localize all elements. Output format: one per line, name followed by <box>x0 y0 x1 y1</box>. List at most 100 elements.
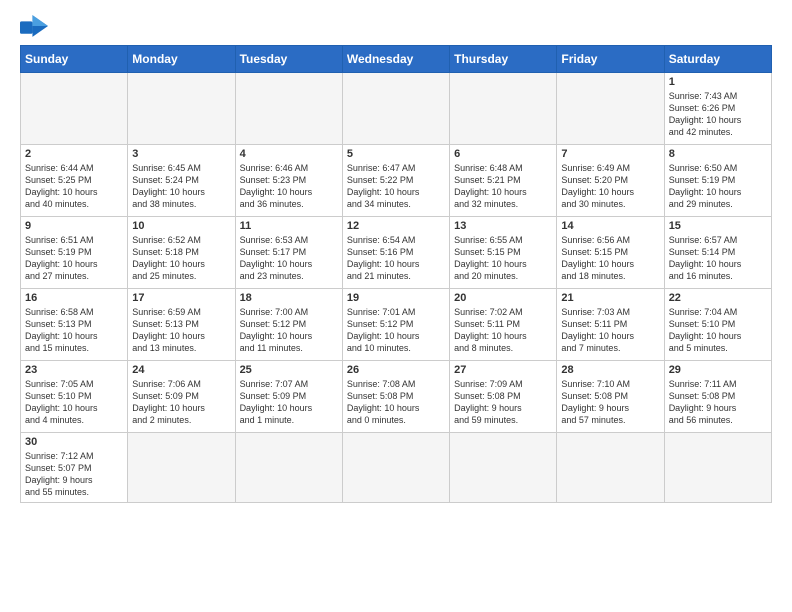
day-number: 21 <box>561 292 659 304</box>
calendar-cell: 27 Sunrise: 7:09 AM Sunset: 5:08 PM Dayli… <box>450 361 557 433</box>
day-number: 5 <box>347 148 445 160</box>
calendar-cell: 19 Sunrise: 7:01 AM Sunset: 5:12 PM Dayli… <box>342 289 449 361</box>
day-number: 22 <box>669 292 767 304</box>
day-info: Sunrise: 6:53 AM Sunset: 5:17 PM Dayligh… <box>240 234 338 283</box>
header <box>20 15 772 37</box>
day-info: Sunrise: 6:50 AM Sunset: 5:19 PM Dayligh… <box>669 162 767 211</box>
day-info: Sunrise: 7:10 AM Sunset: 5:08 PM Dayligh… <box>561 378 659 427</box>
day-info: Sunrise: 6:55 AM Sunset: 5:15 PM Dayligh… <box>454 234 552 283</box>
calendar-cell: 28 Sunrise: 7:10 AM Sunset: 5:08 PM Dayli… <box>557 361 664 433</box>
day-number: 28 <box>561 364 659 376</box>
calendar-cell <box>128 73 235 145</box>
calendar-cell: 26 Sunrise: 7:08 AM Sunset: 5:08 PM Dayli… <box>342 361 449 433</box>
calendar-cell: 30 Sunrise: 7:12 AM Sunset: 5:07 PM Dayli… <box>21 433 128 503</box>
calendar-cell: 21Sunrise: 7:03 AM Sunset: 5:11 PM Dayli… <box>557 289 664 361</box>
day-number: 2 <box>25 148 123 160</box>
day-info: Sunrise: 7:00 AM Sunset: 5:12 PM Dayligh… <box>240 306 338 355</box>
calendar-cell <box>342 433 449 503</box>
day-number: 26 <box>347 364 445 376</box>
weekday-header-row: SundayMondayTuesdayWednesdayThursdayFrid… <box>21 46 772 73</box>
day-info: Sunrise: 7:11 AM Sunset: 5:08 PM Dayligh… <box>669 378 767 427</box>
calendar-cell: 11 Sunrise: 6:53 AM Sunset: 5:17 PM Dayli… <box>235 217 342 289</box>
calendar-cell: 13 Sunrise: 6:55 AM Sunset: 5:15 PM Dayli… <box>450 217 557 289</box>
day-info: Sunrise: 7:01 AM Sunset: 5:12 PM Dayligh… <box>347 306 445 355</box>
day-number: 29 <box>669 364 767 376</box>
day-info: Sunrise: 7:09 AM Sunset: 5:08 PM Dayligh… <box>454 378 552 427</box>
day-number: 19 <box>347 292 445 304</box>
calendar-cell: 5 Sunrise: 6:47 AM Sunset: 5:22 PM Daylig… <box>342 145 449 217</box>
day-number: 12 <box>347 220 445 232</box>
page: SundayMondayTuesdayWednesdayThursdayFrid… <box>0 0 792 612</box>
day-info: Sunrise: 6:51 AM Sunset: 5:19 PM Dayligh… <box>25 234 123 283</box>
calendar-cell: 8 Sunrise: 6:50 AM Sunset: 5:19 PM Daylig… <box>664 145 771 217</box>
calendar-cell: 15Sunrise: 6:57 AM Sunset: 5:14 PM Dayli… <box>664 217 771 289</box>
day-info: Sunrise: 7:02 AM Sunset: 5:11 PM Dayligh… <box>454 306 552 355</box>
calendar-cell: 6 Sunrise: 6:48 AM Sunset: 5:21 PM Daylig… <box>450 145 557 217</box>
day-info: Sunrise: 6:48 AM Sunset: 5:21 PM Dayligh… <box>454 162 552 211</box>
calendar-cell <box>342 73 449 145</box>
day-number: 25 <box>240 364 338 376</box>
calendar: SundayMondayTuesdayWednesdayThursdayFrid… <box>20 45 772 503</box>
day-number: 20 <box>454 292 552 304</box>
weekday-header-thursday: Thursday <box>450 46 557 73</box>
calendar-cell <box>235 73 342 145</box>
calendar-cell: 25 Sunrise: 7:07 AM Sunset: 5:09 PM Dayli… <box>235 361 342 433</box>
day-number: 27 <box>454 364 552 376</box>
day-number: 23 <box>25 364 123 376</box>
day-number: 30 <box>25 436 123 448</box>
day-number: 9 <box>25 220 123 232</box>
calendar-cell: 16 Sunrise: 6:58 AM Sunset: 5:13 PM Dayli… <box>21 289 128 361</box>
day-number: 4 <box>240 148 338 160</box>
day-number: 14 <box>561 220 659 232</box>
calendar-cell: 1Sunrise: 7:43 AM Sunset: 6:26 PM Daylig… <box>664 73 771 145</box>
calendar-cell: 12Sunrise: 6:54 AM Sunset: 5:16 PM Dayli… <box>342 217 449 289</box>
day-number: 24 <box>132 364 230 376</box>
day-number: 7 <box>561 148 659 160</box>
day-number: 1 <box>669 76 767 88</box>
calendar-cell: 20 Sunrise: 7:02 AM Sunset: 5:11 PM Dayli… <box>450 289 557 361</box>
day-info: Sunrise: 6:58 AM Sunset: 5:13 PM Dayligh… <box>25 306 123 355</box>
calendar-cell <box>21 73 128 145</box>
calendar-cell: 2 Sunrise: 6:44 AM Sunset: 5:25 PM Daylig… <box>21 145 128 217</box>
day-info: Sunrise: 6:52 AM Sunset: 5:18 PM Dayligh… <box>132 234 230 283</box>
day-number: 3 <box>132 148 230 160</box>
day-info: Sunrise: 6:45 AM Sunset: 5:24 PM Dayligh… <box>132 162 230 211</box>
calendar-cell: 24Sunrise: 7:06 AM Sunset: 5:09 PM Dayli… <box>128 361 235 433</box>
logo-icon <box>20 15 48 37</box>
day-number: 16 <box>25 292 123 304</box>
day-number: 17 <box>132 292 230 304</box>
calendar-cell: 14 Sunrise: 6:56 AM Sunset: 5:15 PM Dayli… <box>557 217 664 289</box>
day-number: 11 <box>240 220 338 232</box>
calendar-cell <box>557 433 664 503</box>
week-row-4: 16 Sunrise: 6:58 AM Sunset: 5:13 PM Dayli… <box>21 289 772 361</box>
calendar-cell: 9 Sunrise: 6:51 AM Sunset: 5:19 PM Daylig… <box>21 217 128 289</box>
logo <box>20 15 52 37</box>
day-number: 8 <box>669 148 767 160</box>
day-number: 6 <box>454 148 552 160</box>
weekday-header-tuesday: Tuesday <box>235 46 342 73</box>
day-number: 13 <box>454 220 552 232</box>
day-info: Sunrise: 6:49 AM Sunset: 5:20 PM Dayligh… <box>561 162 659 211</box>
week-row-6: 30 Sunrise: 7:12 AM Sunset: 5:07 PM Dayli… <box>21 433 772 503</box>
calendar-cell: 18Sunrise: 7:00 AM Sunset: 5:12 PM Dayli… <box>235 289 342 361</box>
calendar-cell <box>450 433 557 503</box>
calendar-cell: 3 Sunrise: 6:45 AM Sunset: 5:24 PM Daylig… <box>128 145 235 217</box>
day-info: Sunrise: 7:08 AM Sunset: 5:08 PM Dayligh… <box>347 378 445 427</box>
day-info: Sunrise: 6:46 AM Sunset: 5:23 PM Dayligh… <box>240 162 338 211</box>
day-info: Sunrise: 6:44 AM Sunset: 5:25 PM Dayligh… <box>25 162 123 211</box>
weekday-header-friday: Friday <box>557 46 664 73</box>
calendar-cell: 7 Sunrise: 6:49 AM Sunset: 5:20 PM Daylig… <box>557 145 664 217</box>
day-info: Sunrise: 7:12 AM Sunset: 5:07 PM Dayligh… <box>25 450 123 499</box>
day-info: Sunrise: 7:07 AM Sunset: 5:09 PM Dayligh… <box>240 378 338 427</box>
day-info: Sunrise: 6:59 AM Sunset: 5:13 PM Dayligh… <box>132 306 230 355</box>
day-info: Sunrise: 7:05 AM Sunset: 5:10 PM Dayligh… <box>25 378 123 427</box>
day-info: Sunrise: 6:56 AM Sunset: 5:15 PM Dayligh… <box>561 234 659 283</box>
week-row-3: 9 Sunrise: 6:51 AM Sunset: 5:19 PM Daylig… <box>21 217 772 289</box>
week-row-5: 23 Sunrise: 7:05 AM Sunset: 5:10 PM Dayli… <box>21 361 772 433</box>
day-info: Sunrise: 6:47 AM Sunset: 5:22 PM Dayligh… <box>347 162 445 211</box>
calendar-cell <box>557 73 664 145</box>
day-number: 10 <box>132 220 230 232</box>
calendar-cell <box>450 73 557 145</box>
calendar-cell: 17 Sunrise: 6:59 AM Sunset: 5:13 PM Dayli… <box>128 289 235 361</box>
week-row-1: 1Sunrise: 7:43 AM Sunset: 6:26 PM Daylig… <box>21 73 772 145</box>
